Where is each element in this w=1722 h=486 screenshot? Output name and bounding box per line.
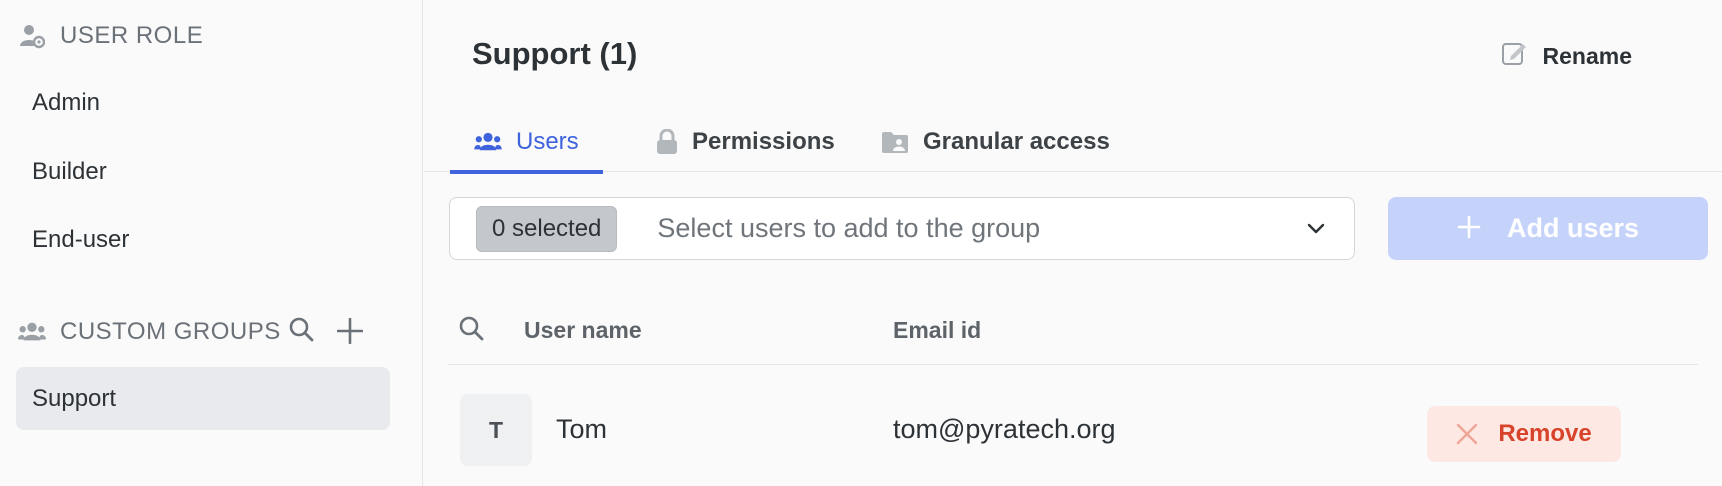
group-label: Support xyxy=(32,384,117,412)
edit-icon xyxy=(1501,40,1527,72)
tab-permissions[interactable]: Permissions xyxy=(656,112,835,172)
rename-label: Rename xyxy=(1542,42,1632,69)
tab-users[interactable]: Users xyxy=(450,112,603,174)
table-header: User name Email id xyxy=(448,305,1698,365)
add-users-button[interactable]: Add users xyxy=(1388,197,1708,260)
tab-granular-access[interactable]: Granular access xyxy=(881,112,1110,172)
users-icon xyxy=(474,131,502,153)
user-role-label: USER ROLE xyxy=(60,22,204,49)
sidebar-item-end-user[interactable]: End-user xyxy=(32,226,129,254)
column-user-name: User name xyxy=(524,317,642,343)
column-email-id: Email id xyxy=(893,317,982,343)
search-groups-icon[interactable] xyxy=(288,316,314,347)
avatar: T xyxy=(460,394,532,466)
folder-user-icon xyxy=(881,130,909,154)
user-gear-icon xyxy=(18,22,46,50)
email-cell: tom@pyratech.org xyxy=(893,414,1116,444)
user-name-cell: Tom xyxy=(556,414,608,444)
plus-icon xyxy=(1457,209,1481,248)
custom-groups-label: CUSTOM GROUPS xyxy=(60,318,281,345)
tab-granular-access-label: Granular access xyxy=(923,128,1110,155)
table-search-icon[interactable] xyxy=(458,315,484,346)
custom-groups-header: CUSTOM GROUPS xyxy=(18,318,281,346)
add-users-select[interactable]: 0 selected Select users to add to the gr… xyxy=(449,197,1355,260)
lock-icon xyxy=(656,129,678,155)
tab-permissions-label: Permissions xyxy=(692,128,835,155)
sidebar-item-support[interactable]: Support xyxy=(16,367,390,430)
user-role-header: USER ROLE xyxy=(18,22,203,50)
main-panel: Support (1) Rename Users Permissions Gra… xyxy=(424,0,1722,486)
table-row: T Tom tom@pyratech.org Remove xyxy=(448,388,1698,468)
add-group-icon[interactable] xyxy=(336,317,364,349)
sidebar: USER ROLE Admin Builder End-user CUSTOM … xyxy=(0,0,423,486)
app-window: USER ROLE Admin Builder End-user CUSTOM … xyxy=(0,0,1722,486)
remove-button[interactable]: Remove xyxy=(1427,406,1621,462)
users-group-icon xyxy=(18,318,46,346)
remove-label: Remove xyxy=(1498,420,1592,447)
chevron-down-icon[interactable] xyxy=(1306,218,1326,243)
selected-count-badge: 0 selected xyxy=(476,205,618,252)
select-placeholder: Select users to add to the group xyxy=(657,213,1041,243)
add-users-label: Add users xyxy=(1506,213,1640,243)
close-icon xyxy=(1456,423,1478,445)
sidebar-item-builder[interactable]: Builder xyxy=(32,158,107,186)
tab-bar: Users Permissions Granular access xyxy=(424,112,1722,174)
page-title: Support (1) xyxy=(472,36,638,71)
rename-button[interactable]: Rename xyxy=(1501,40,1632,72)
tab-users-label: Users xyxy=(516,128,579,155)
sidebar-item-admin[interactable]: Admin xyxy=(32,89,100,117)
